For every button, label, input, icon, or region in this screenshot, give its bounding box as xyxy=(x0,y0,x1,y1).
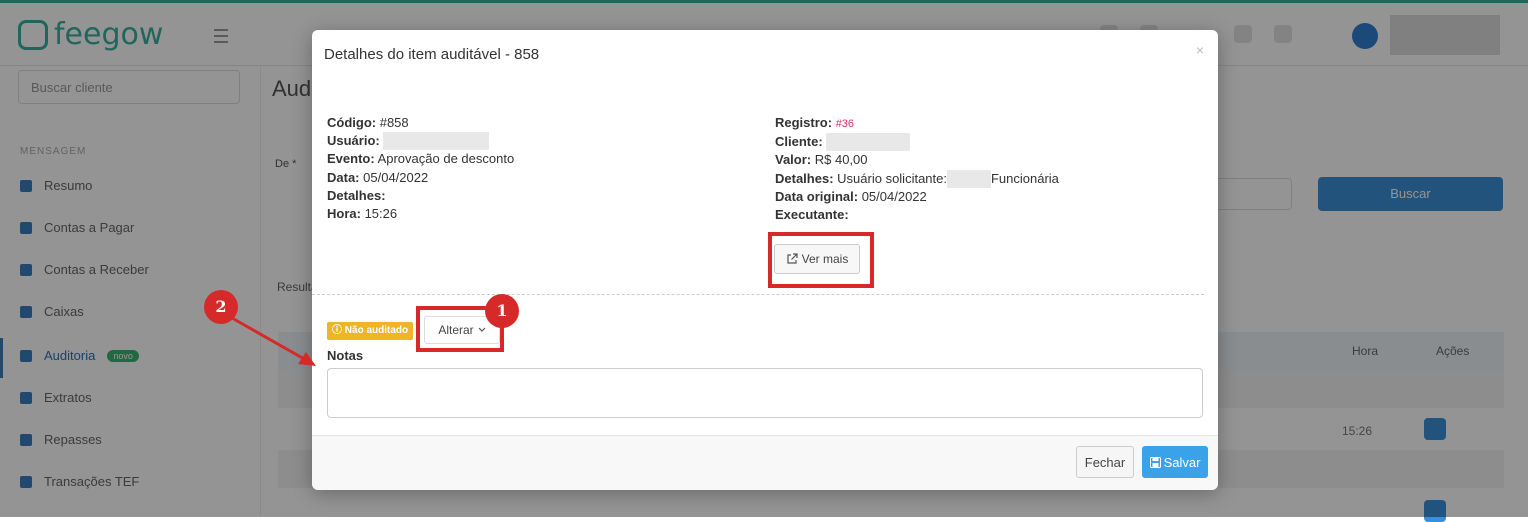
redacted-value xyxy=(383,132,490,151)
modal-title: Detalhes do item auditável - 858 xyxy=(324,46,540,63)
status-badge: ⓘ Não auditado xyxy=(327,322,414,340)
annotation-marker-2: 2 xyxy=(204,290,238,324)
notas-textarea[interactable] xyxy=(327,368,1203,418)
external-link-icon xyxy=(787,253,798,264)
executante-row: Executante: xyxy=(775,207,849,223)
evento-row: Evento: Aprovação de desconto xyxy=(327,151,515,167)
info-right: Registro: #36 Cliente: Valor: R$ 40,00 D… xyxy=(775,114,1059,224)
codigo-row: Código: #858 xyxy=(327,115,409,130)
close-icon[interactable]: × xyxy=(1196,42,1204,58)
valor-row: Valor: R$ 40,00 xyxy=(775,152,868,168)
save-icon xyxy=(1149,456,1161,468)
redacted-value xyxy=(826,133,911,152)
registro-link[interactable]: #36 xyxy=(836,118,854,130)
cliente-row: Cliente: xyxy=(775,133,1059,152)
fechar-button[interactable]: Fechar xyxy=(1076,446,1134,478)
hora-row: Hora: 15:26 xyxy=(327,206,398,222)
section-divider xyxy=(312,294,1204,295)
data-row: Data: 05/04/2022 xyxy=(327,169,429,185)
usuario-row: Usuário: xyxy=(327,132,514,151)
info-left: Código: #858 Usuário: Evento: Aprovação … xyxy=(327,114,514,223)
detalhes-row: Detalhes: xyxy=(327,187,386,203)
notas-label: Notas xyxy=(327,348,364,363)
ver-mais-button[interactable]: Ver mais xyxy=(774,244,860,274)
audit-detail-modal: Detalhes do item auditável - 858 × Códig… xyxy=(312,30,1218,490)
registro-row: Registro: #36 xyxy=(775,115,855,130)
chevron-down-icon xyxy=(478,327,486,332)
annotation-marker-1: 1 xyxy=(485,294,519,328)
salvar-button[interactable]: Salvar xyxy=(1142,446,1208,478)
redacted-value xyxy=(946,169,991,188)
data-original-row: Data original: 05/04/2022 xyxy=(775,188,927,204)
detalhes-row: Detalhes: Usuário solicitante: Funcionári… xyxy=(775,169,1059,188)
